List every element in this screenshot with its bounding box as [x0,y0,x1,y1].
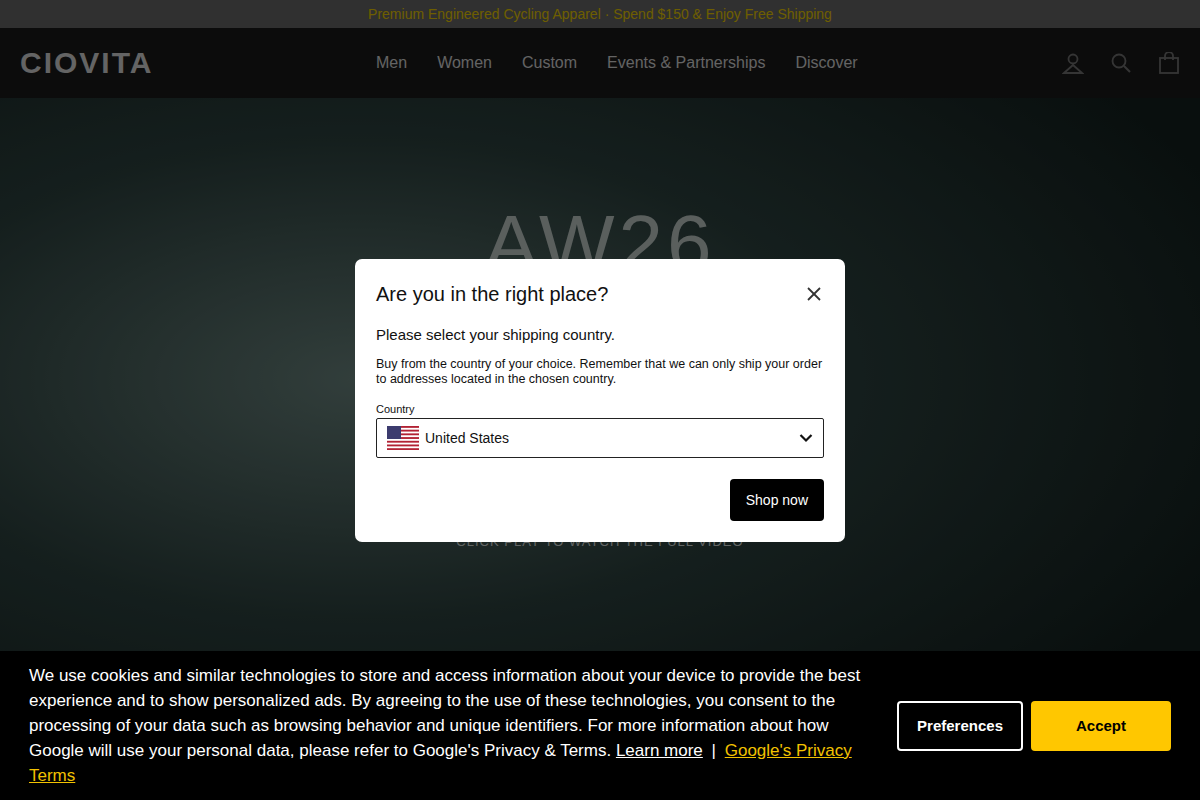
cookie-banner: We use cookies and similar technologies … [0,651,1200,800]
us-flag-icon [387,426,419,450]
close-icon[interactable] [806,286,822,302]
separator: | [712,741,716,760]
modal-title: Are you in the right place? [376,283,608,306]
country-label: Country [376,403,824,415]
cookie-text: We use cookies and similar technologies … [29,663,877,788]
modal-body: Buy from the country of your choice. Rem… [376,357,824,387]
shop-now-button[interactable]: Shop now [730,479,824,521]
country-value: United States [425,430,793,446]
country-modal: Are you in the right place? Please selec… [355,259,845,542]
preferences-button[interactable]: Preferences [897,701,1023,751]
page: Premium Engineered Cycling Apparel · Spe… [0,0,1200,800]
country-select[interactable]: United States [376,418,824,458]
privacy-terms-link[interactable]: Google's Privacy Terms [29,741,852,785]
learn-more-link[interactable]: Learn more [616,741,703,760]
modal-subtitle: Please select your shipping country. [376,326,824,343]
accept-button[interactable]: Accept [1031,701,1171,751]
chevron-down-icon [799,433,813,443]
